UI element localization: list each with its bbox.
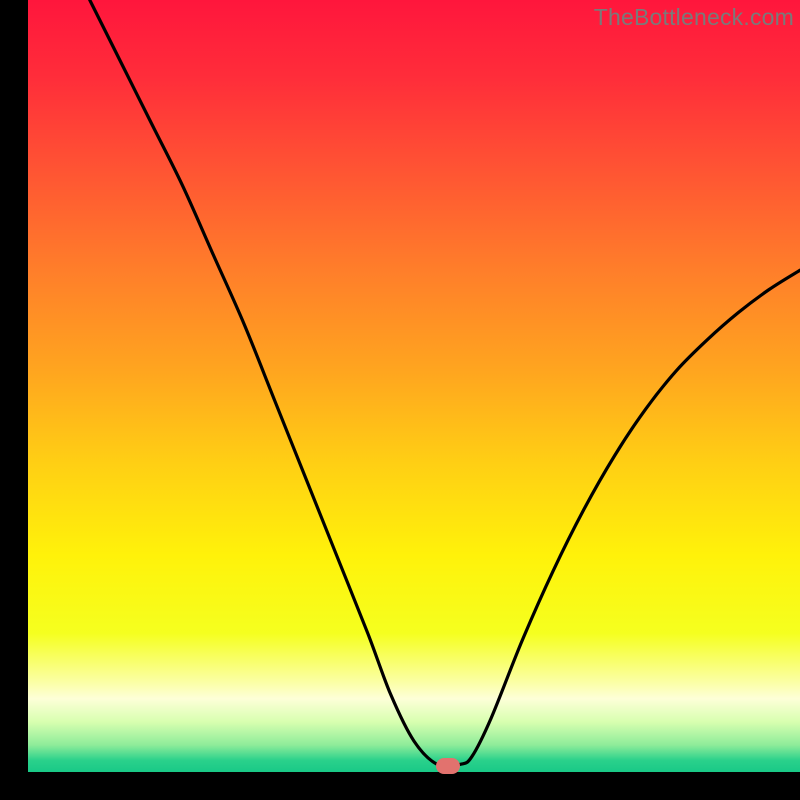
- bottleneck-curve: [28, 0, 800, 772]
- optimal-point-marker: [436, 758, 460, 774]
- watermark-label: TheBottleneck.com: [594, 4, 794, 31]
- chart-stage: TheBottleneck.com: [0, 0, 800, 800]
- plot-area: TheBottleneck.com: [28, 0, 800, 772]
